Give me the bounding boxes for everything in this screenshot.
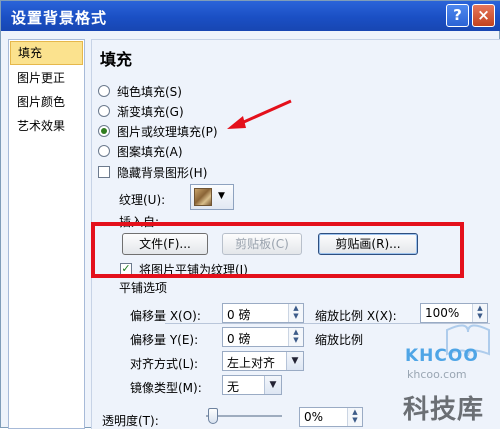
hide-background-option[interactable]: 隐藏背景图形(H) — [98, 163, 207, 181]
texture-dropdown[interactable]: ▼ — [190, 184, 234, 210]
title-bar: 设置背景格式 ? × — [1, 1, 500, 31]
help-button[interactable]: ? — [446, 4, 469, 27]
watermark-site: khcoo.com — [407, 368, 467, 381]
dialog-title: 设置背景格式 — [11, 9, 108, 27]
alignment-value: 左上对齐 — [227, 356, 276, 370]
panel-heading: 填充 — [100, 50, 133, 69]
watermark-logo: KHCOO khcoo.com — [405, 316, 495, 381]
texture-swatch — [194, 188, 212, 206]
pattern-fill-radio[interactable] — [98, 145, 110, 157]
mirror-type-dropdown[interactable]: 无 ▼ — [222, 375, 282, 395]
transparency-slider[interactable] — [206, 406, 282, 426]
alignment-dropdown[interactable]: 左上对齐 ▼ — [222, 351, 304, 371]
offset-y-spinner[interactable]: 0 磅 ▲ ▼ — [222, 327, 304, 347]
slider-thumb[interactable] — [208, 408, 218, 424]
picture-texture-fill-label: 图片或纹理填充(P) — [117, 124, 218, 139]
gradient-fill-radio[interactable] — [98, 105, 110, 117]
solid-fill-option[interactable]: 纯色填充(S) — [98, 82, 182, 100]
transparency-label: 透明度(T): — [102, 414, 159, 428]
watermark-name: 科技库 — [403, 395, 485, 425]
solid-fill-label: 纯色填充(S) — [117, 84, 182, 99]
pattern-fill-label: 图案填充(A) — [117, 144, 183, 159]
solid-fill-radio[interactable] — [98, 85, 110, 97]
format-background-dialog: 设置背景格式 ? × 填充 图片更正 图片颜色 艺术效果 填充 纯色填充(S) … — [0, 0, 500, 429]
watermark-brand: KHCOO — [405, 346, 479, 366]
alignment-label: 对齐方式(L): — [130, 357, 199, 371]
chevron-down-icon[interactable]: ▼ — [286, 352, 303, 370]
offset-y-value: 0 磅 — [227, 332, 251, 346]
chevron-down-icon[interactable]: ▼ — [264, 376, 281, 394]
offset-y-label: 偏移量 Y(E): — [130, 333, 199, 347]
transparency-spinner[interactable]: 0% ▲ ▼ — [299, 407, 363, 427]
texture-label: 纹理(U): — [119, 193, 166, 207]
chevron-down-icon: ▼ — [218, 191, 225, 201]
gradient-fill-option[interactable]: 渐变填充(G) — [98, 102, 184, 120]
gradient-fill-label: 渐变填充(G) — [117, 104, 184, 119]
pattern-fill-option[interactable]: 图案填充(A) — [98, 142, 183, 160]
scale-y-label: 缩放比例 — [315, 333, 364, 347]
sidebar-item-artistic-effects[interactable]: 艺术效果 — [9, 114, 84, 138]
spinner-arrows-icon[interactable]: ▲ ▼ — [288, 304, 303, 322]
sidebar-item-picture-color[interactable]: 图片颜色 — [9, 90, 84, 114]
offset-x-spinner[interactable]: 0 磅 ▲ ▼ — [222, 303, 304, 323]
sidebar-item-picture-corrections[interactable]: 图片更正 — [9, 66, 84, 90]
mirror-type-label: 镜像类型(M): — [130, 381, 202, 395]
offset-x-value: 0 磅 — [227, 308, 251, 322]
red-arrow-annotation — [227, 99, 292, 129]
picture-texture-fill-option[interactable]: 图片或纹理填充(P) — [98, 122, 218, 140]
spinner-arrows-icon[interactable]: ▲ ▼ — [288, 328, 303, 346]
offset-x-label: 偏移量 X(O): — [130, 309, 201, 323]
highlight-box — [91, 222, 464, 278]
picture-texture-fill-radio[interactable] — [98, 125, 110, 137]
tiling-options-label: 平铺选项 — [119, 281, 168, 295]
transparency-value: 0% — [304, 410, 324, 424]
mirror-type-value: 无 — [227, 380, 240, 394]
close-button[interactable]: × — [472, 4, 495, 27]
scale-x-label: 缩放比例 X(X): — [315, 309, 397, 323]
hide-background-checkbox[interactable] — [98, 166, 110, 178]
spinner-arrows-icon[interactable]: ▲ ▼ — [347, 408, 362, 426]
category-sidebar: 填充 图片更正 图片颜色 艺术效果 — [8, 39, 85, 429]
sidebar-item-fill[interactable]: 填充 — [10, 41, 83, 65]
hide-background-label: 隐藏背景图形(H) — [117, 165, 208, 180]
